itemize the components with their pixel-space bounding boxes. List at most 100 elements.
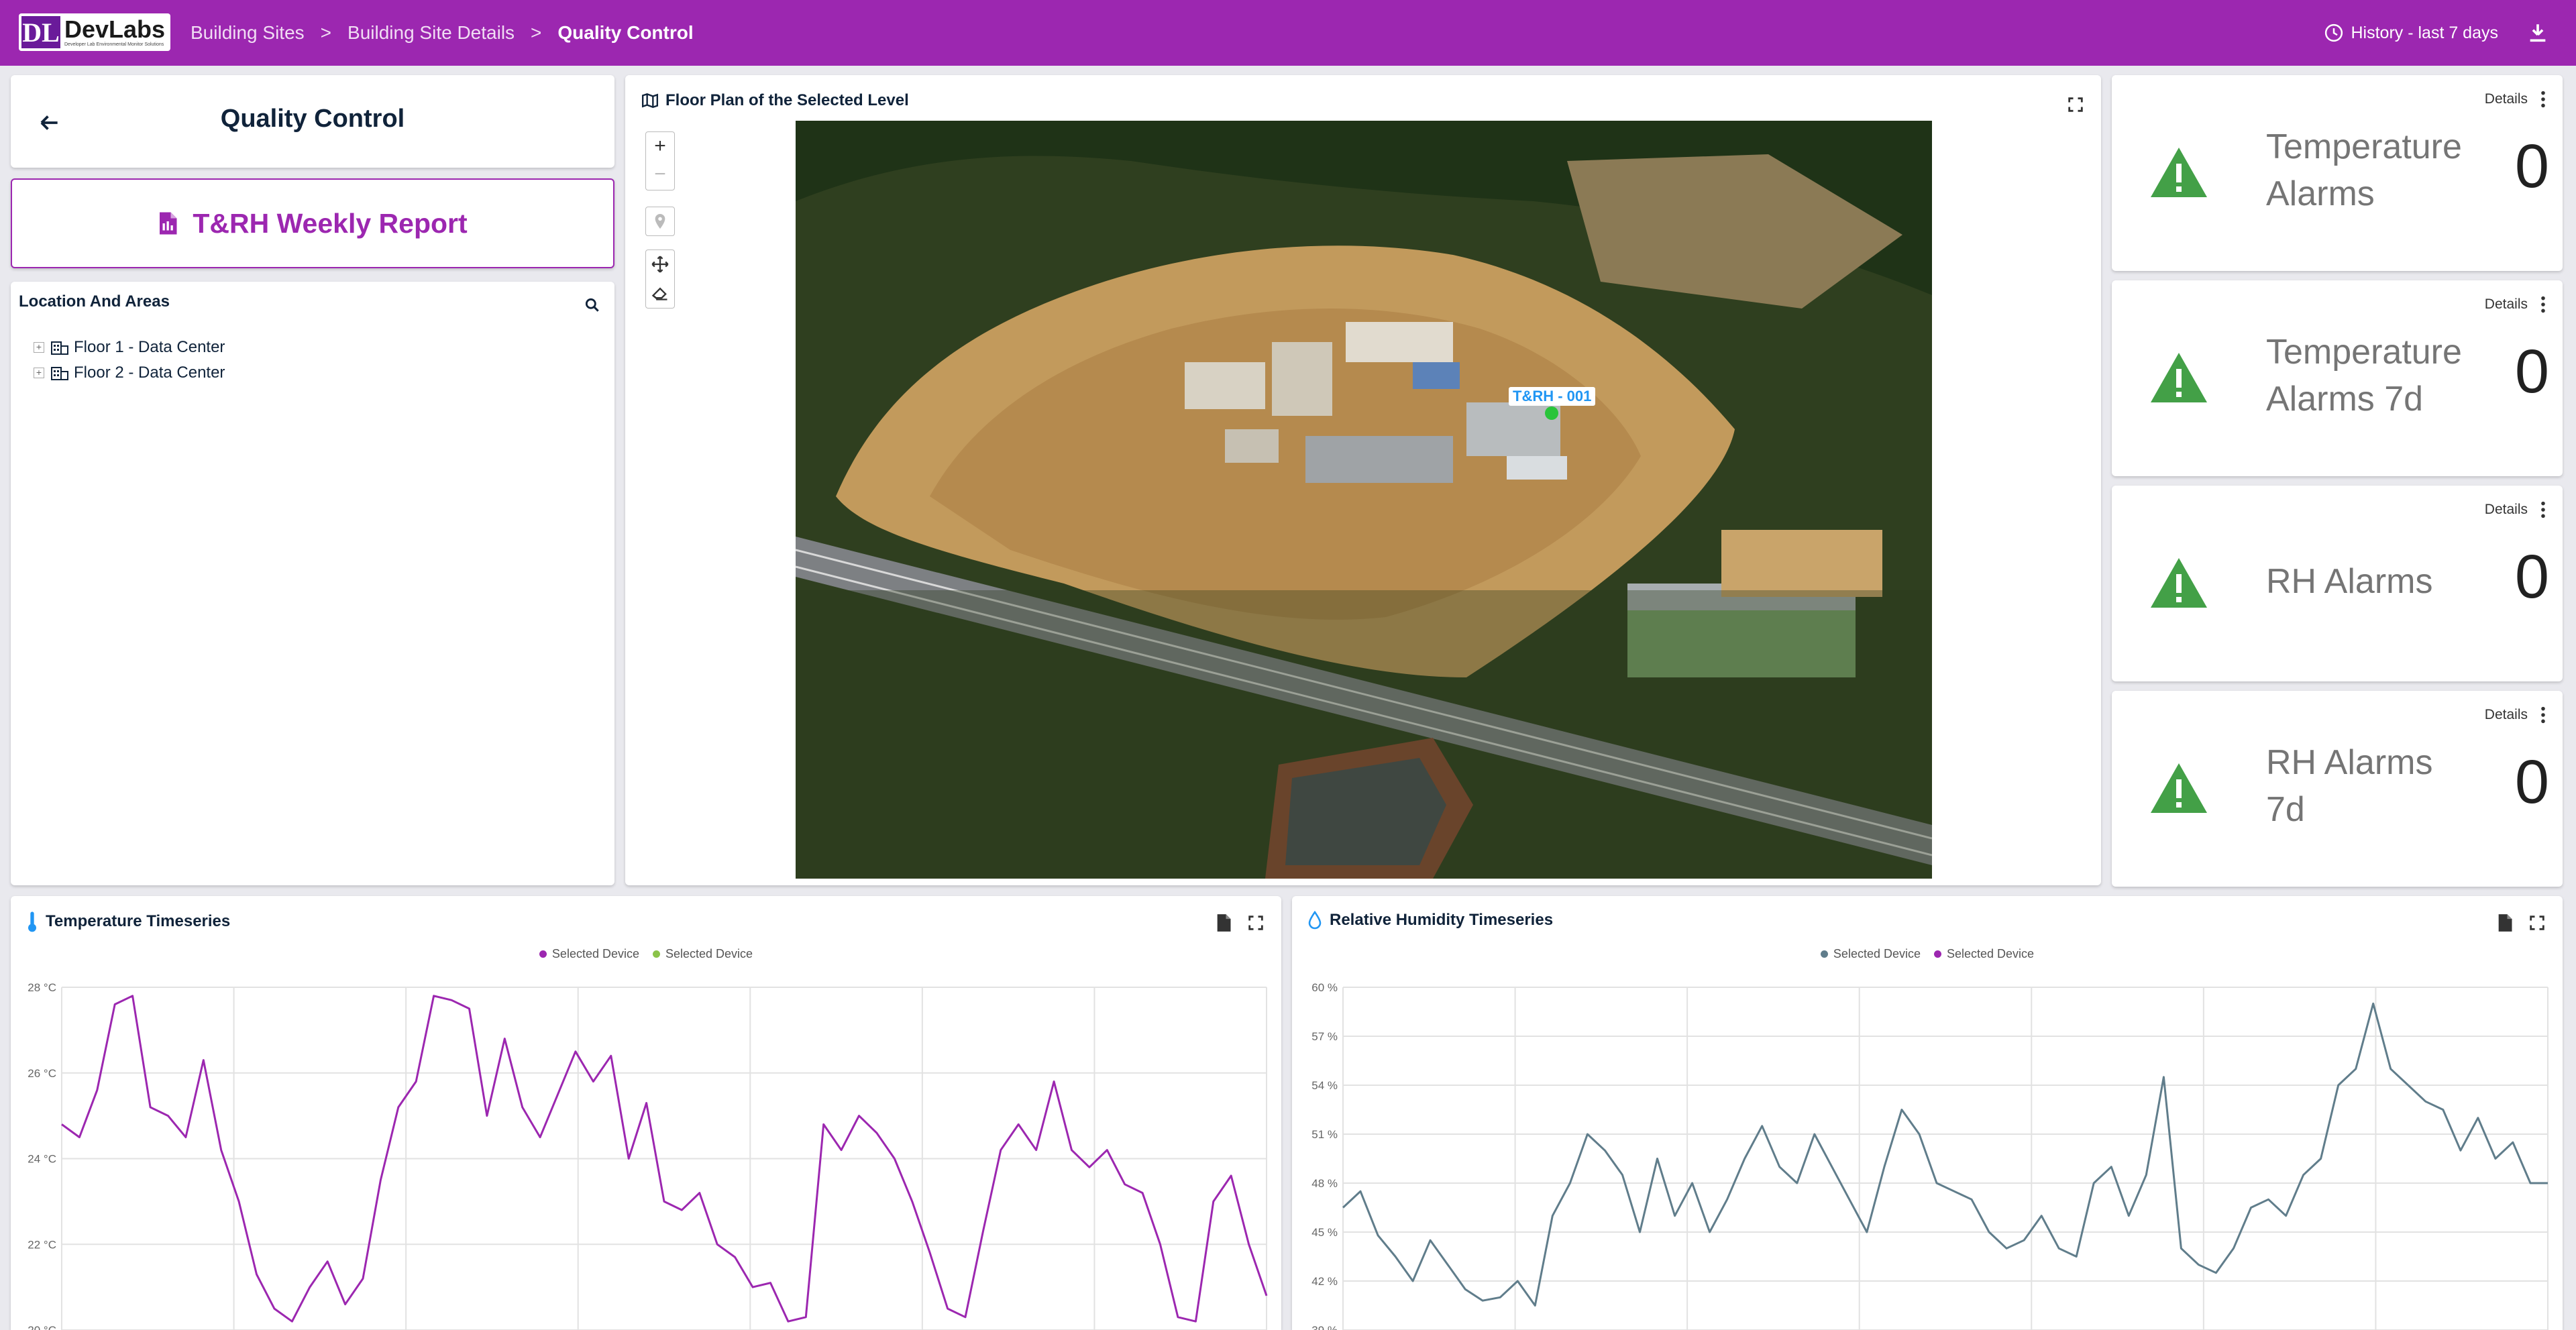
more-vert-icon[interactable] bbox=[2540, 706, 2546, 724]
breadcrumb-separator: > bbox=[320, 22, 332, 43]
y-tick-label: 20 °C bbox=[28, 1324, 56, 1330]
alarm-card-rh: Details RH Alarms 0 bbox=[2112, 486, 2563, 681]
alarm-label: RH Alarms 7d bbox=[2266, 739, 2432, 833]
edit-controls bbox=[645, 250, 675, 309]
y-tick-label: 57 % bbox=[1311, 1030, 1338, 1043]
document-icon bbox=[160, 212, 177, 235]
alarm-count: 0 bbox=[2514, 543, 2549, 611]
details-link[interactable]: Details bbox=[2485, 91, 2528, 107]
breadcrumb-quality-control: Quality Control bbox=[557, 22, 694, 43]
alarm-label: RH Alarms bbox=[2266, 558, 2432, 605]
weekly-report-button[interactable]: T&RH Weekly Report bbox=[11, 178, 614, 268]
y-tick-label: 42 % bbox=[1311, 1275, 1338, 1288]
history-button[interactable]: History - last 7 days bbox=[2324, 0, 2498, 66]
alarm-label: Temperature Alarms 7d bbox=[2266, 329, 2462, 423]
floor-plan-title: Floor Plan of the Selected Level bbox=[641, 91, 909, 110]
floor-plan-panel: Floor Plan of the Selected Level + − T&R… bbox=[625, 75, 2101, 885]
logo-text: DevLabs Developer Lab Environmental Moni… bbox=[64, 17, 165, 48]
locate-button[interactable] bbox=[646, 207, 674, 235]
alarm-label-line-2: Alarms bbox=[2266, 174, 2375, 213]
erase-button[interactable] bbox=[646, 278, 674, 307]
locations-panel: Location And Areas + Floor 1 - Data Cent… bbox=[11, 282, 614, 885]
logo-tagline: Developer Lab Environmental Monitor Solu… bbox=[64, 42, 164, 47]
alarm-label-line-2: 7d bbox=[2266, 790, 2305, 829]
y-tick-label: 51 % bbox=[1311, 1128, 1338, 1141]
download-icon[interactable] bbox=[2526, 21, 2549, 44]
more-vert-icon[interactable] bbox=[2540, 295, 2546, 314]
alarm-count: 0 bbox=[2514, 132, 2549, 201]
tree-item-floor-1[interactable]: + Floor 1 - Data Center bbox=[34, 338, 225, 357]
alarm-label-line-2: Alarms 7d bbox=[2266, 380, 2424, 419]
expand-icon[interactable]: + bbox=[34, 342, 44, 353]
alarm-label-line-1: RH Alarms bbox=[2266, 743, 2433, 782]
expand-icon[interactable]: + bbox=[34, 368, 44, 378]
device-marker[interactable] bbox=[1545, 406, 1558, 420]
logo-mark-icon: DL bbox=[21, 16, 60, 48]
alarm-card-temperature-7d: Details Temperature Alarms 7d 0 bbox=[2112, 280, 2563, 476]
y-tick-label: 48 % bbox=[1311, 1177, 1338, 1190]
zoom-out-button[interactable]: − bbox=[646, 160, 674, 188]
breadcrumb-building-site-details[interactable]: Building Site Details bbox=[347, 22, 515, 44]
details-link[interactable]: Details bbox=[2485, 707, 2528, 723]
move-button[interactable] bbox=[646, 250, 674, 278]
warning-icon bbox=[2151, 763, 2207, 813]
humidity-timeseries-panel: Relative Humidity Timeseries Selected De… bbox=[1292, 896, 2563, 1330]
y-tick-label: 60 % bbox=[1311, 981, 1338, 994]
weekly-report-label: T&RH Weekly Report bbox=[193, 207, 468, 239]
logo-name: DevLabs bbox=[64, 15, 166, 43]
quality-control-header: Quality Control bbox=[11, 75, 614, 168]
tree-item-label: Floor 2 - Data Center bbox=[74, 364, 225, 382]
y-tick-label: 28 °C bbox=[28, 981, 56, 994]
history-label: History - last 7 days bbox=[2351, 23, 2498, 42]
search-icon[interactable] bbox=[584, 296, 601, 314]
temperature-chart[interactable]: 20 °C 22 °C 24 °C 26 °C 28 °C bbox=[11, 896, 1281, 1330]
humidity-chart[interactable]: 39 % 42 % 45 % 48 % 51 % 54 % 57 % 60 % bbox=[1292, 896, 2563, 1330]
y-tick-label: 26 °C bbox=[28, 1067, 56, 1080]
y-tick-label: 54 % bbox=[1311, 1079, 1338, 1092]
top-bar: DL DevLabs Developer Lab Environmental M… bbox=[0, 0, 2576, 66]
breadcrumb-separator: > bbox=[531, 22, 542, 43]
floor-plan-image[interactable] bbox=[796, 121, 1932, 879]
alarm-label-line-1: Temperature bbox=[2266, 333, 2462, 372]
details-link[interactable]: Details bbox=[2485, 296, 2528, 313]
warning-icon bbox=[2151, 558, 2207, 608]
alarm-label-line-1: RH Alarms bbox=[2266, 562, 2433, 601]
alarm-label: Temperature Alarms bbox=[2266, 123, 2462, 217]
page-title: Quality Control bbox=[220, 105, 405, 133]
more-vert-icon[interactable] bbox=[2540, 500, 2546, 519]
location-pin-icon bbox=[655, 214, 665, 229]
device-marker-label[interactable]: T&RH - 001 bbox=[1509, 387, 1596, 406]
y-tick-label: 22 °C bbox=[28, 1238, 56, 1251]
zoom-controls: + − bbox=[645, 131, 675, 190]
alarm-card-rh-7d: Details RH Alarms 7d 0 bbox=[2112, 691, 2563, 887]
alarm-count: 0 bbox=[2514, 748, 2549, 816]
y-tick-label: 24 °C bbox=[28, 1153, 56, 1166]
breadcrumb: Building Sites > Building Site Details >… bbox=[191, 0, 694, 66]
tree-item-floor-2[interactable]: + Floor 2 - Data Center bbox=[34, 364, 225, 382]
y-tick-label: 45 % bbox=[1311, 1226, 1338, 1239]
move-icon bbox=[651, 256, 669, 273]
eraser-icon bbox=[651, 287, 667, 300]
locations-title: Location And Areas bbox=[19, 292, 170, 311]
temperature-timeseries-panel: Temperature Timeseries Selected Device S… bbox=[11, 896, 1281, 1330]
floor-plan-title-text: Floor Plan of the Selected Level bbox=[665, 91, 909, 109]
map-icon bbox=[641, 93, 659, 109]
zoom-in-button[interactable]: + bbox=[646, 132, 674, 160]
breadcrumb-building-sites[interactable]: Building Sites bbox=[191, 22, 305, 44]
building-icon bbox=[51, 341, 68, 355]
warning-icon bbox=[2151, 148, 2207, 197]
clock-icon bbox=[2325, 23, 2343, 42]
y-tick-label: 39 % bbox=[1311, 1324, 1338, 1330]
details-link[interactable]: Details bbox=[2485, 502, 2528, 518]
alarm-label-line-1: Temperature bbox=[2266, 127, 2462, 166]
alarm-card-temperature: Details Temperature Alarms 0 bbox=[2112, 75, 2563, 271]
building-icon bbox=[51, 367, 68, 380]
fullscreen-icon[interactable] bbox=[2066, 95, 2085, 114]
locate-control bbox=[645, 207, 675, 236]
app-logo[interactable]: DL DevLabs Developer Lab Environmental M… bbox=[19, 13, 170, 51]
more-vert-icon[interactable] bbox=[2540, 90, 2546, 109]
alarm-count: 0 bbox=[2514, 337, 2549, 406]
series-line bbox=[1342, 1002, 2548, 1307]
site-aerial-image bbox=[796, 121, 1932, 879]
warning-icon bbox=[2151, 353, 2207, 402]
